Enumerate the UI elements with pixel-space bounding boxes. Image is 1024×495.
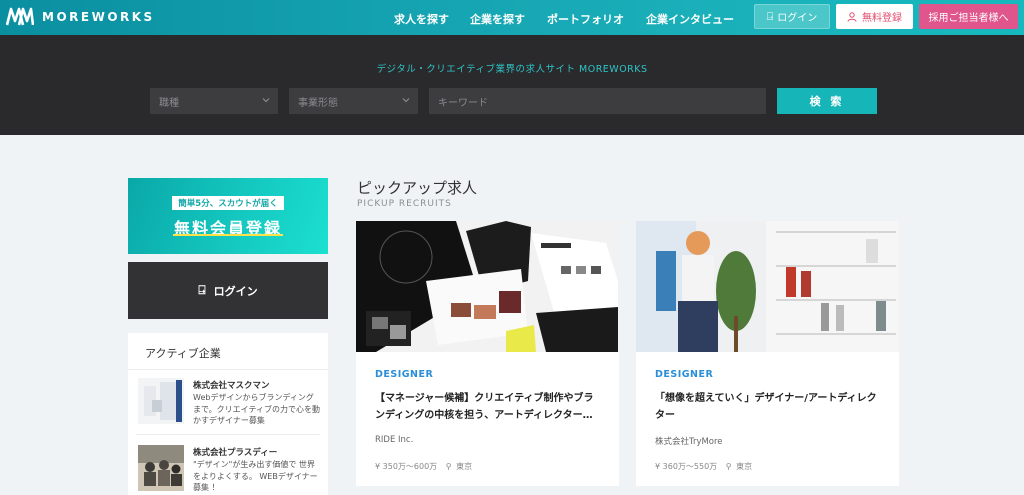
logo[interactable]: MOREWORKS	[6, 7, 155, 27]
job-type-select[interactable]: 職種	[150, 88, 278, 114]
search-band: デジタル・クリエイティブ業界の求人サイト MOREWORKS 職種 事業形態 キ…	[0, 35, 1024, 135]
header-register-button[interactable]: 無料登録	[836, 4, 913, 29]
search-tagline: デジタル・クリエイティブ業界の求人サイト MOREWORKS	[376, 64, 648, 75]
job-category: DESIGNER	[375, 369, 434, 380]
login-icon: ⍈	[198, 283, 206, 297]
logo-mark-icon	[6, 7, 34, 26]
sidebar-login-label: ログイン	[213, 284, 258, 298]
section-title: ピックアップ求人	[357, 179, 478, 197]
company-thumbnail	[138, 445, 184, 491]
nav-find-jobs[interactable]: 求人を探す	[394, 11, 449, 27]
search-button[interactable]: 検 索	[777, 88, 877, 114]
divider	[136, 434, 320, 435]
header-login-label: ログイン	[777, 13, 818, 24]
job-category: DESIGNER	[655, 369, 714, 380]
header-register-label: 無料登録	[862, 13, 902, 24]
company-thumbnail	[138, 378, 184, 424]
business-type-select[interactable]: 事業形態	[289, 88, 418, 114]
login-icon: ⍈	[766, 9, 774, 23]
chevron-down-icon	[262, 98, 270, 103]
company-description: "デザイン"が生み出す価値で 世界をよりよくする。 WEBデザイナー募集 ！	[193, 460, 318, 492]
job-card-image	[636, 221, 899, 352]
job-meta: ¥ 360万～550万 ⚲ 東京	[655, 461, 758, 472]
keyword-placeholder: キーワード	[438, 97, 488, 109]
job-title[interactable]: 【マネージャー候補】クリエイティブ制作やブランディングの中核を担う、アートディレ…	[375, 390, 603, 424]
location-pin-icon: ⚲	[445, 462, 452, 471]
active-companies-panel: アクティブ企業 株式会社マスクマン Webデザインからブランディングまで。クリエ…	[128, 333, 328, 495]
job-card[interactable]: DESIGNER 【マネージャー候補】クリエイティブ制作やブランディングの中核を…	[356, 221, 619, 486]
chevron-down-icon	[402, 98, 410, 103]
job-card-image	[356, 221, 619, 352]
promo-tag: 簡単5分、スカウトが届く	[172, 196, 284, 210]
promo-underline	[173, 234, 283, 236]
keyword-input[interactable]: キーワード	[429, 88, 766, 114]
nav-company-interviews[interactable]: 企業インタビュー	[646, 11, 734, 27]
job-meta: ¥ 350万～600万 ⚲ 東京	[375, 461, 478, 472]
job-type-placeholder: 職種	[159, 97, 179, 109]
company-name: 株式会社マスクマン	[193, 381, 270, 391]
user-icon	[847, 11, 857, 22]
job-company: RIDE Inc.	[375, 435, 414, 445]
corporate-label: 採用ご担当者様へ	[928, 13, 1009, 24]
company-description: Webデザインからブランディングまで。クリエイティブの力で心を動かすデザイナー募…	[193, 393, 321, 425]
nav-portfolio[interactable]: ポートフォリオ	[547, 11, 624, 27]
job-company: 株式会社TryMore	[655, 437, 723, 447]
corporate-button[interactable]: 採用ご担当者様へ	[919, 4, 1018, 29]
active-companies-title: アクティブ企業	[145, 347, 221, 360]
job-card[interactable]: DESIGNER 「想像を超えていく」デザイナー/アートディレクター 株式会社T…	[636, 221, 899, 486]
divider	[128, 369, 328, 370]
sidebar-login-button[interactable]: ⍈ ログイン	[128, 262, 328, 319]
header-login-button[interactable]: ⍈ ログイン	[754, 4, 830, 29]
job-location: 東京	[736, 462, 753, 471]
job-title[interactable]: 「想像を超えていく」デザイナー/アートディレクター	[655, 390, 883, 424]
free-registration-banner[interactable]: 簡単5分、スカウトが届く 無料会員登録	[128, 178, 328, 254]
site-header: MOREWORKS 求人を探す 企業を探す ポートフォリオ 企業インタビュー ⍈…	[0, 0, 1024, 35]
nav-find-companies[interactable]: 企業を探す	[470, 11, 525, 27]
location-pin-icon: ⚲	[725, 462, 732, 471]
company-name: 株式会社プラスディー	[193, 448, 278, 458]
business-type-placeholder: 事業形態	[298, 97, 338, 109]
logo-text: MOREWORKS	[42, 10, 155, 24]
job-salary: ¥ 360万～550万	[655, 462, 718, 471]
job-salary: ¥ 350万～600万	[375, 462, 438, 471]
job-location: 東京	[456, 462, 473, 471]
section-subtitle: PICKUP RECRUITS	[357, 199, 452, 209]
